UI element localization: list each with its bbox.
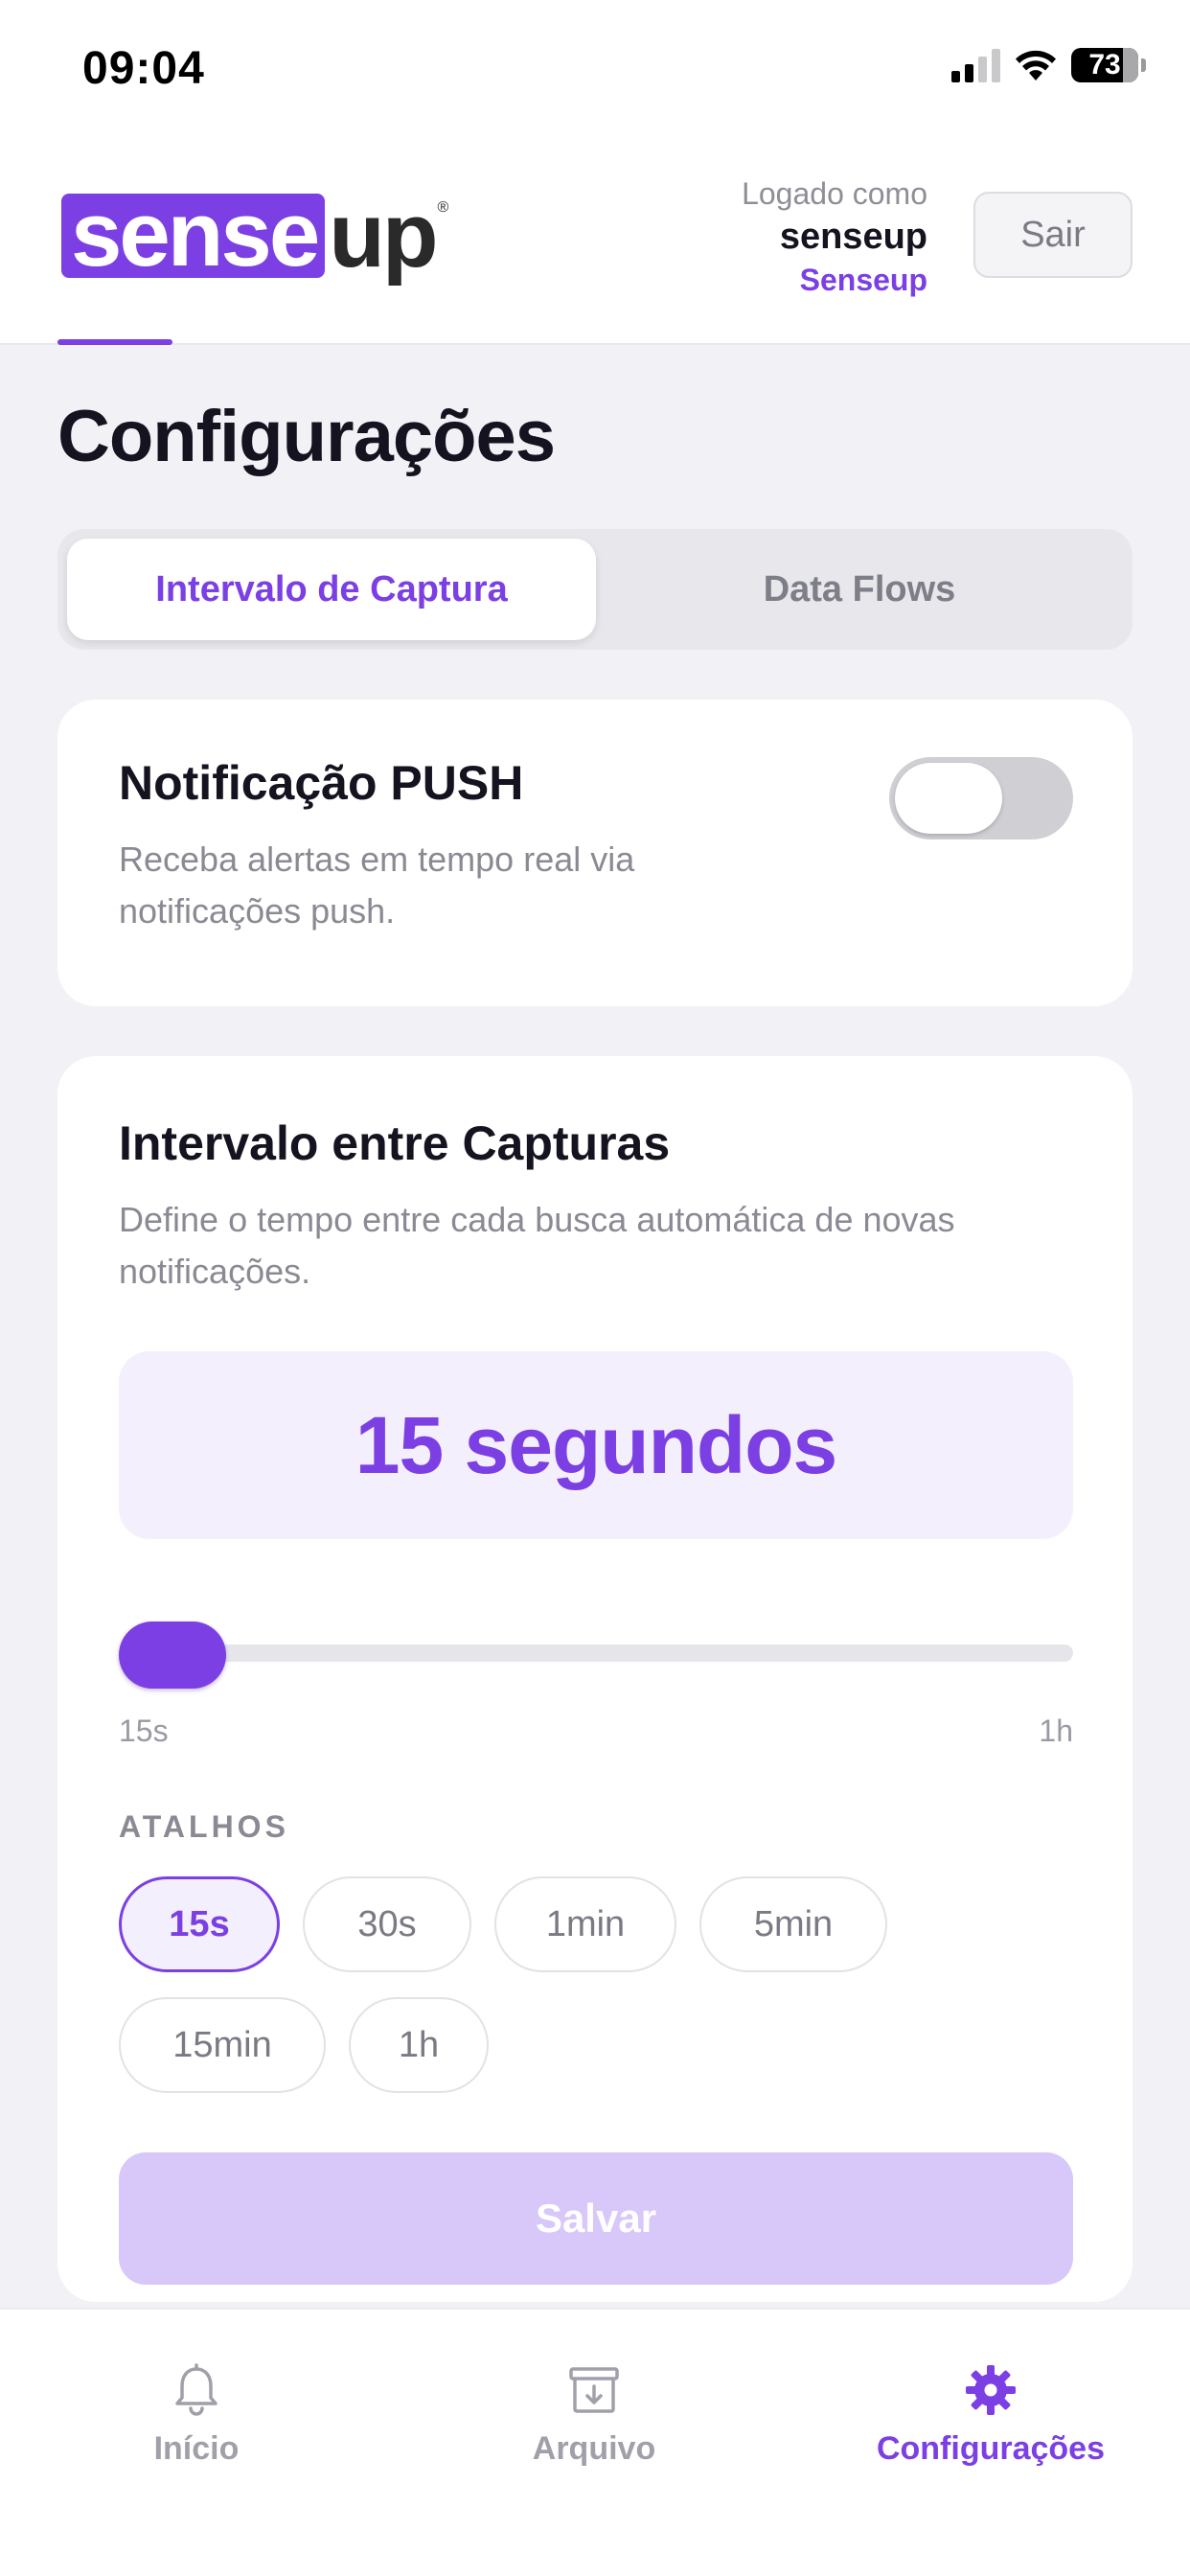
- interval-value-text: 15 segundos: [355, 1399, 837, 1490]
- push-description: Receba alertas em tempo real via notific…: [119, 840, 635, 931]
- logo-sense: sense: [61, 189, 326, 281]
- slider-max-label: 1h: [1039, 1714, 1073, 1748]
- logged-as-label: Logado como: [742, 176, 927, 211]
- interval-value-display: 15 segundos: [119, 1351, 1073, 1539]
- shortcut-30s[interactable]: 30s: [303, 1876, 471, 1972]
- shortcut-1h[interactable]: 1h: [349, 1997, 489, 2093]
- tab-home-label: Início: [153, 2430, 240, 2467]
- push-notification-card: Notificação PUSH Receba alertas em tempo…: [57, 700, 1133, 1006]
- bell-icon: [175, 2363, 217, 2416]
- page-title: Configurações: [57, 396, 556, 477]
- interval-description: Define o tempo entre cada busca automáti…: [119, 1200, 955, 1291]
- shortcut-15s[interactable]: 15s: [119, 1876, 280, 1972]
- interval-title: Intervalo entre Capturas: [119, 1116, 671, 1170]
- tab-settings-label: Configurações: [876, 2430, 1106, 2467]
- slider-min-label: 15s: [119, 1714, 169, 1748]
- tab-data-flows[interactable]: Data Flows: [596, 539, 1123, 640]
- status-time: 09:04: [82, 43, 205, 94]
- settings-tabs: Intervalo de Captura Data Flows: [57, 529, 1133, 650]
- logo-registered-mark: ®: [437, 199, 449, 216]
- shortcuts-row: 15s 30s 1min 5min: [119, 1876, 887, 1972]
- shortcuts-row: 15min 1h: [119, 1997, 489, 2093]
- logo-underline: [57, 339, 172, 345]
- toggle-knob: [895, 763, 1002, 834]
- push-title: Notificação PUSH: [119, 756, 524, 810]
- capture-interval-card: Intervalo entre Capturas Define o tempo …: [57, 1056, 1133, 2302]
- tab-settings[interactable]: Configurações: [847, 2361, 1134, 2468]
- organization-name: Senseup: [799, 263, 927, 297]
- shortcuts-label: ATALHOS: [119, 1809, 289, 1844]
- senseup-logo: sense up ®: [61, 184, 449, 287]
- archive-icon: [569, 2367, 619, 2413]
- tab-archive[interactable]: Arquivo: [450, 2361, 738, 2468]
- status-bar: 09:04 73: [0, 0, 1190, 144]
- shortcut-5min[interactable]: 5min: [699, 1876, 887, 1972]
- interval-slider-thumb[interactable]: [119, 1622, 226, 1689]
- tab-home[interactable]: Início: [53, 2361, 340, 2468]
- logout-button[interactable]: Sair: [973, 192, 1133, 278]
- tab-archive-label: Arquivo: [532, 2430, 656, 2467]
- logo-up: up: [329, 184, 438, 287]
- username: senseup: [779, 217, 927, 257]
- gear-icon: [966, 2365, 1016, 2415]
- interval-slider-track[interactable]: [119, 1644, 1073, 1662]
- wifi-icon: [1016, 50, 1056, 80]
- push-toggle[interactable]: [889, 757, 1073, 840]
- battery-level: 73: [1088, 49, 1121, 80]
- signal-icon: [951, 48, 1000, 82]
- bottom-tab-bar: Início Arquivo Configurações: [0, 2308, 1190, 2576]
- shortcut-15min[interactable]: 15min: [119, 1997, 326, 2093]
- user-info: Logado como senseup Senseup: [742, 172, 927, 301]
- status-icons: 73: [951, 48, 1146, 82]
- tab-capture-interval[interactable]: Intervalo de Captura: [67, 539, 596, 640]
- save-button[interactable]: Salvar: [119, 2152, 1073, 2285]
- battery-icon: 73: [1071, 48, 1146, 82]
- shortcut-1min[interactable]: 1min: [494, 1876, 676, 1972]
- app-header: sense up ® Logado como senseup Senseup S…: [0, 144, 1190, 345]
